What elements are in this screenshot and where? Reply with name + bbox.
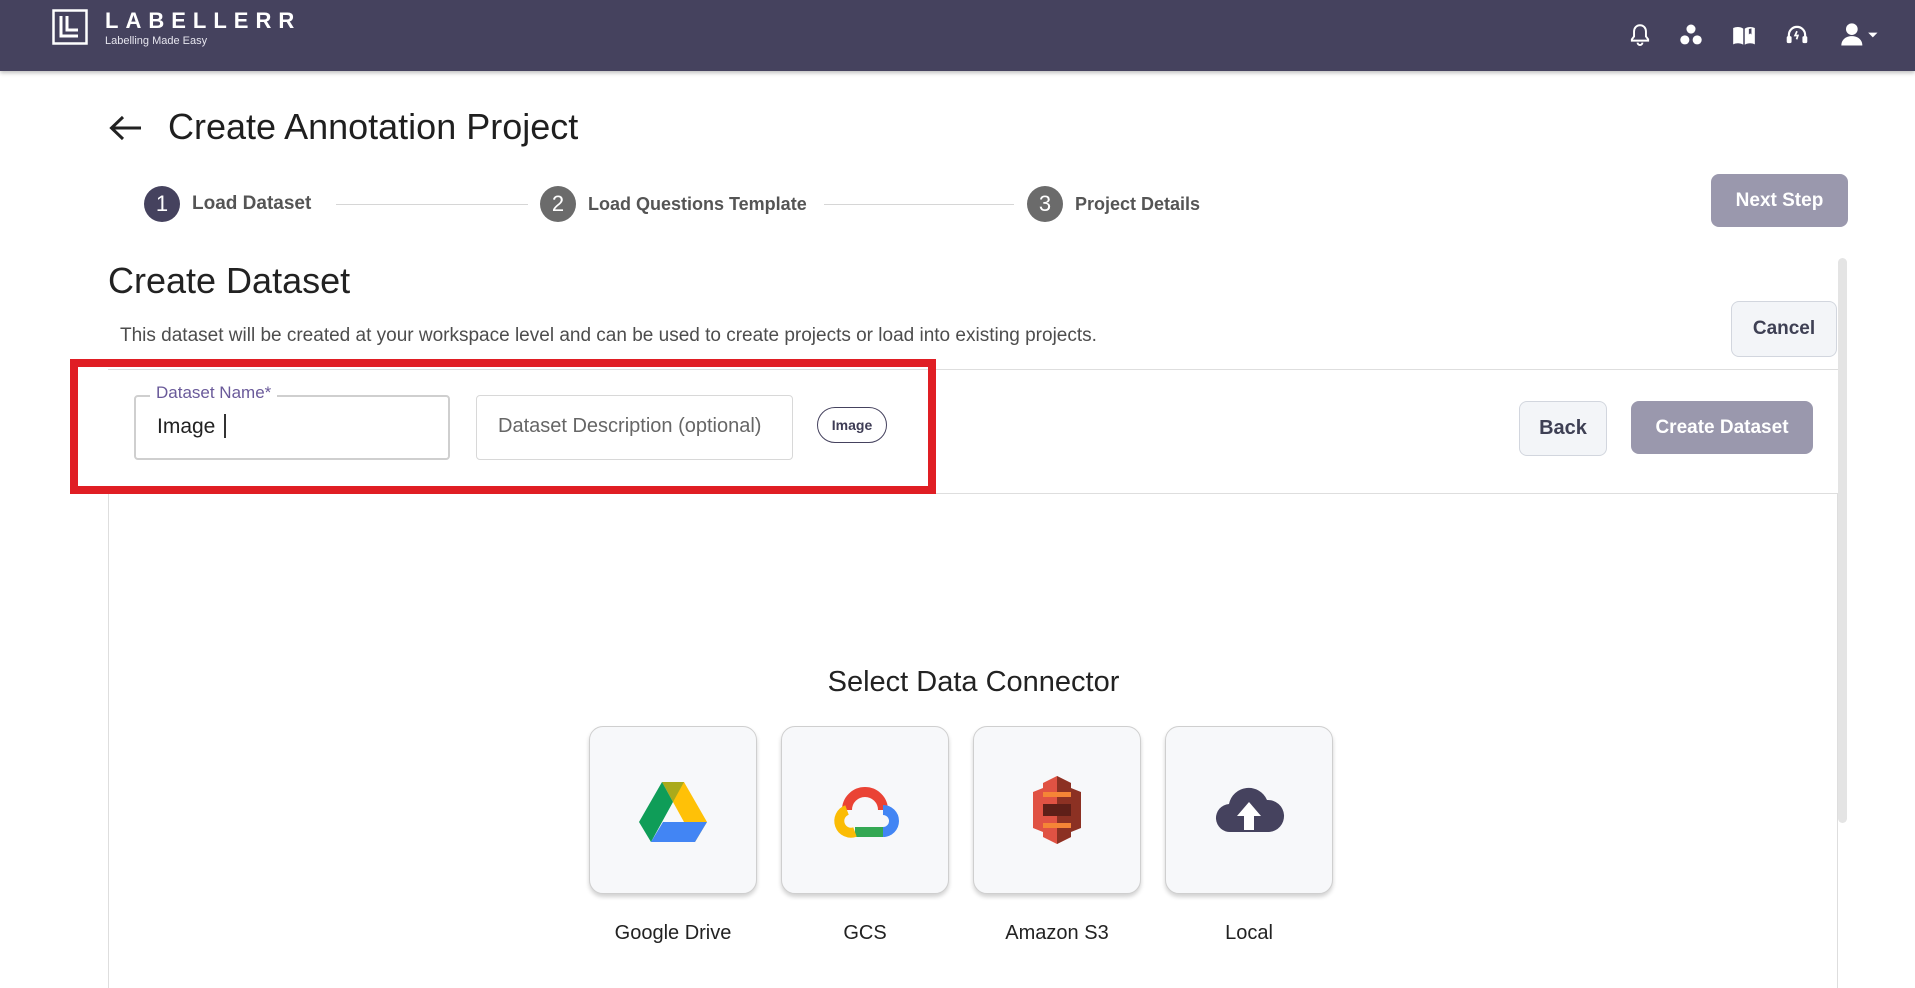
- app-tagline: Labelling Made Easy: [105, 35, 208, 47]
- workspaces-icon[interactable]: [1676, 20, 1706, 50]
- next-step-button[interactable]: Next Step: [1711, 174, 1848, 227]
- app-name: LABELLERR: [105, 8, 302, 33]
- content-scrollbar[interactable]: [1838, 258, 1847, 823]
- documentation-book-icon[interactable]: [1729, 20, 1759, 50]
- connector-local[interactable]: [1165, 726, 1333, 894]
- google-drive-icon: [639, 782, 707, 842]
- labellerr-logo-icon: [52, 9, 88, 45]
- connector-label: Amazon S3: [1005, 922, 1109, 944]
- connector-label: GCS: [843, 922, 887, 944]
- step-connector-line: [824, 204, 1014, 205]
- connector-google-drive[interactable]: [589, 726, 757, 894]
- back-button[interactable]: Back: [1519, 401, 1607, 456]
- step-load-questions-template[interactable]: 2 Load Questions Template: [540, 186, 807, 222]
- panel-border: [1837, 494, 1838, 988]
- cancel-button[interactable]: Cancel: [1731, 301, 1837, 357]
- google-cloud-icon: [834, 787, 899, 838]
- connector-section-title: Select Data Connector: [827, 666, 1120, 698]
- panel-border: [108, 494, 109, 988]
- connector-gcs[interactable]: [781, 726, 949, 894]
- connector-amazon-s3[interactable]: [973, 726, 1141, 894]
- connector-label: Google Drive: [614, 922, 732, 944]
- step-label: Load Dataset: [192, 193, 312, 214]
- step-number: 2: [540, 186, 576, 222]
- top-navigation-bar: LABELLERR Labelling Made Easy: [0, 0, 1915, 71]
- page-title: Create Annotation Project: [168, 106, 579, 147]
- highlight-annotation-box: [70, 359, 936, 494]
- step-load-dataset[interactable]: 1 Load Dataset: [144, 186, 311, 222]
- support-headset-icon[interactable]: [1782, 20, 1812, 50]
- connector-label: Local: [1225, 922, 1273, 944]
- step-label: Project Details: [1075, 193, 1201, 214]
- section-description: This dataset will be created at your wor…: [120, 325, 1097, 346]
- section-title: Create Dataset: [108, 260, 351, 301]
- back-arrow-icon[interactable]: [108, 113, 144, 143]
- step-connector-line: [336, 204, 528, 205]
- cloud-upload-icon: [1215, 787, 1285, 833]
- user-avatar-icon: [1841, 23, 1878, 46]
- step-project-details[interactable]: 3 Project Details: [1027, 186, 1200, 222]
- notification-bell-icon[interactable]: [1625, 20, 1655, 50]
- amazon-s3-icon: [1033, 776, 1081, 844]
- step-number: 3: [1027, 186, 1063, 222]
- step-number: 1: [144, 186, 180, 222]
- step-label: Load Questions Template: [588, 193, 807, 214]
- create-dataset-button[interactable]: Create Dataset: [1631, 401, 1813, 454]
- user-account-menu[interactable]: [1838, 20, 1882, 50]
